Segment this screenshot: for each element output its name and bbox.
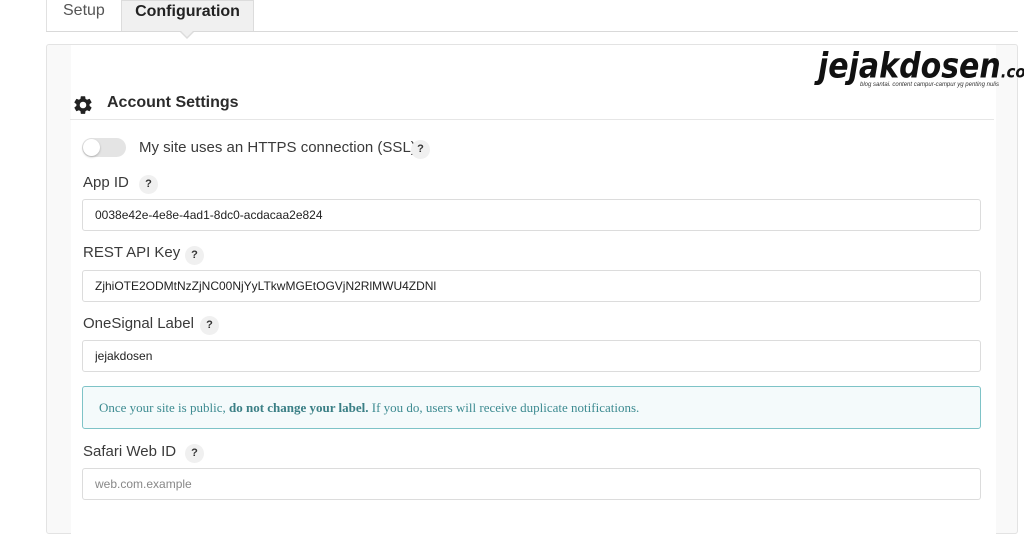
ssl-toggle[interactable] (82, 138, 126, 157)
safari-web-id-input[interactable] (82, 468, 981, 500)
active-tab-caret-fill (181, 31, 193, 37)
rest-api-key-label: REST API Key (83, 244, 181, 261)
app-id-help-icon[interactable]: ? (139, 175, 158, 194)
watermark-suffix: .com (1000, 61, 1024, 83)
onesignal-label-help-icon[interactable]: ? (200, 316, 219, 335)
warning-text-bold: do not change your label. (228, 400, 369, 415)
onesignal-label-label: OneSignal Label (83, 315, 194, 332)
section-title: Account Settings (107, 94, 239, 111)
tab-bar: Setup Configuration (46, 0, 1018, 39)
ssl-help-icon[interactable]: ? (411, 140, 430, 159)
ssl-label: My site uses an HTTPS connection (SSL) (139, 139, 416, 156)
tab-configuration-label: Configuration (135, 3, 240, 20)
tab-setup[interactable]: Setup (46, 0, 121, 31)
warning-text-end: If you do, users will receive duplicate … (368, 400, 640, 415)
gear-icon (74, 96, 92, 114)
watermark-logo: jejakdosen.com blog santai. content camp… (818, 46, 1024, 95)
app-id-input[interactable] (82, 199, 981, 231)
warning-text-start: Once your site is public, (99, 400, 229, 415)
tab-configuration[interactable]: Configuration (121, 0, 254, 39)
duplicate-notification-warning: Once your site is public, do not change … (82, 386, 981, 429)
app-id-label: App ID (83, 174, 129, 191)
section-divider (70, 119, 994, 120)
rest-api-key-help-icon[interactable]: ? (185, 246, 204, 265)
onesignal-label-input[interactable] (82, 340, 981, 372)
safari-web-id-help-icon[interactable]: ? (185, 444, 204, 463)
watermark-tagline: blog santai. content campur-campur yg pe… (860, 82, 999, 88)
rest-api-key-input[interactable] (82, 270, 981, 302)
safari-web-id-label: Safari Web ID (83, 443, 177, 460)
watermark-name: jejakdosen (818, 46, 1001, 87)
ssl-toggle-knob (83, 139, 100, 156)
tab-setup-label: Setup (63, 2, 105, 19)
